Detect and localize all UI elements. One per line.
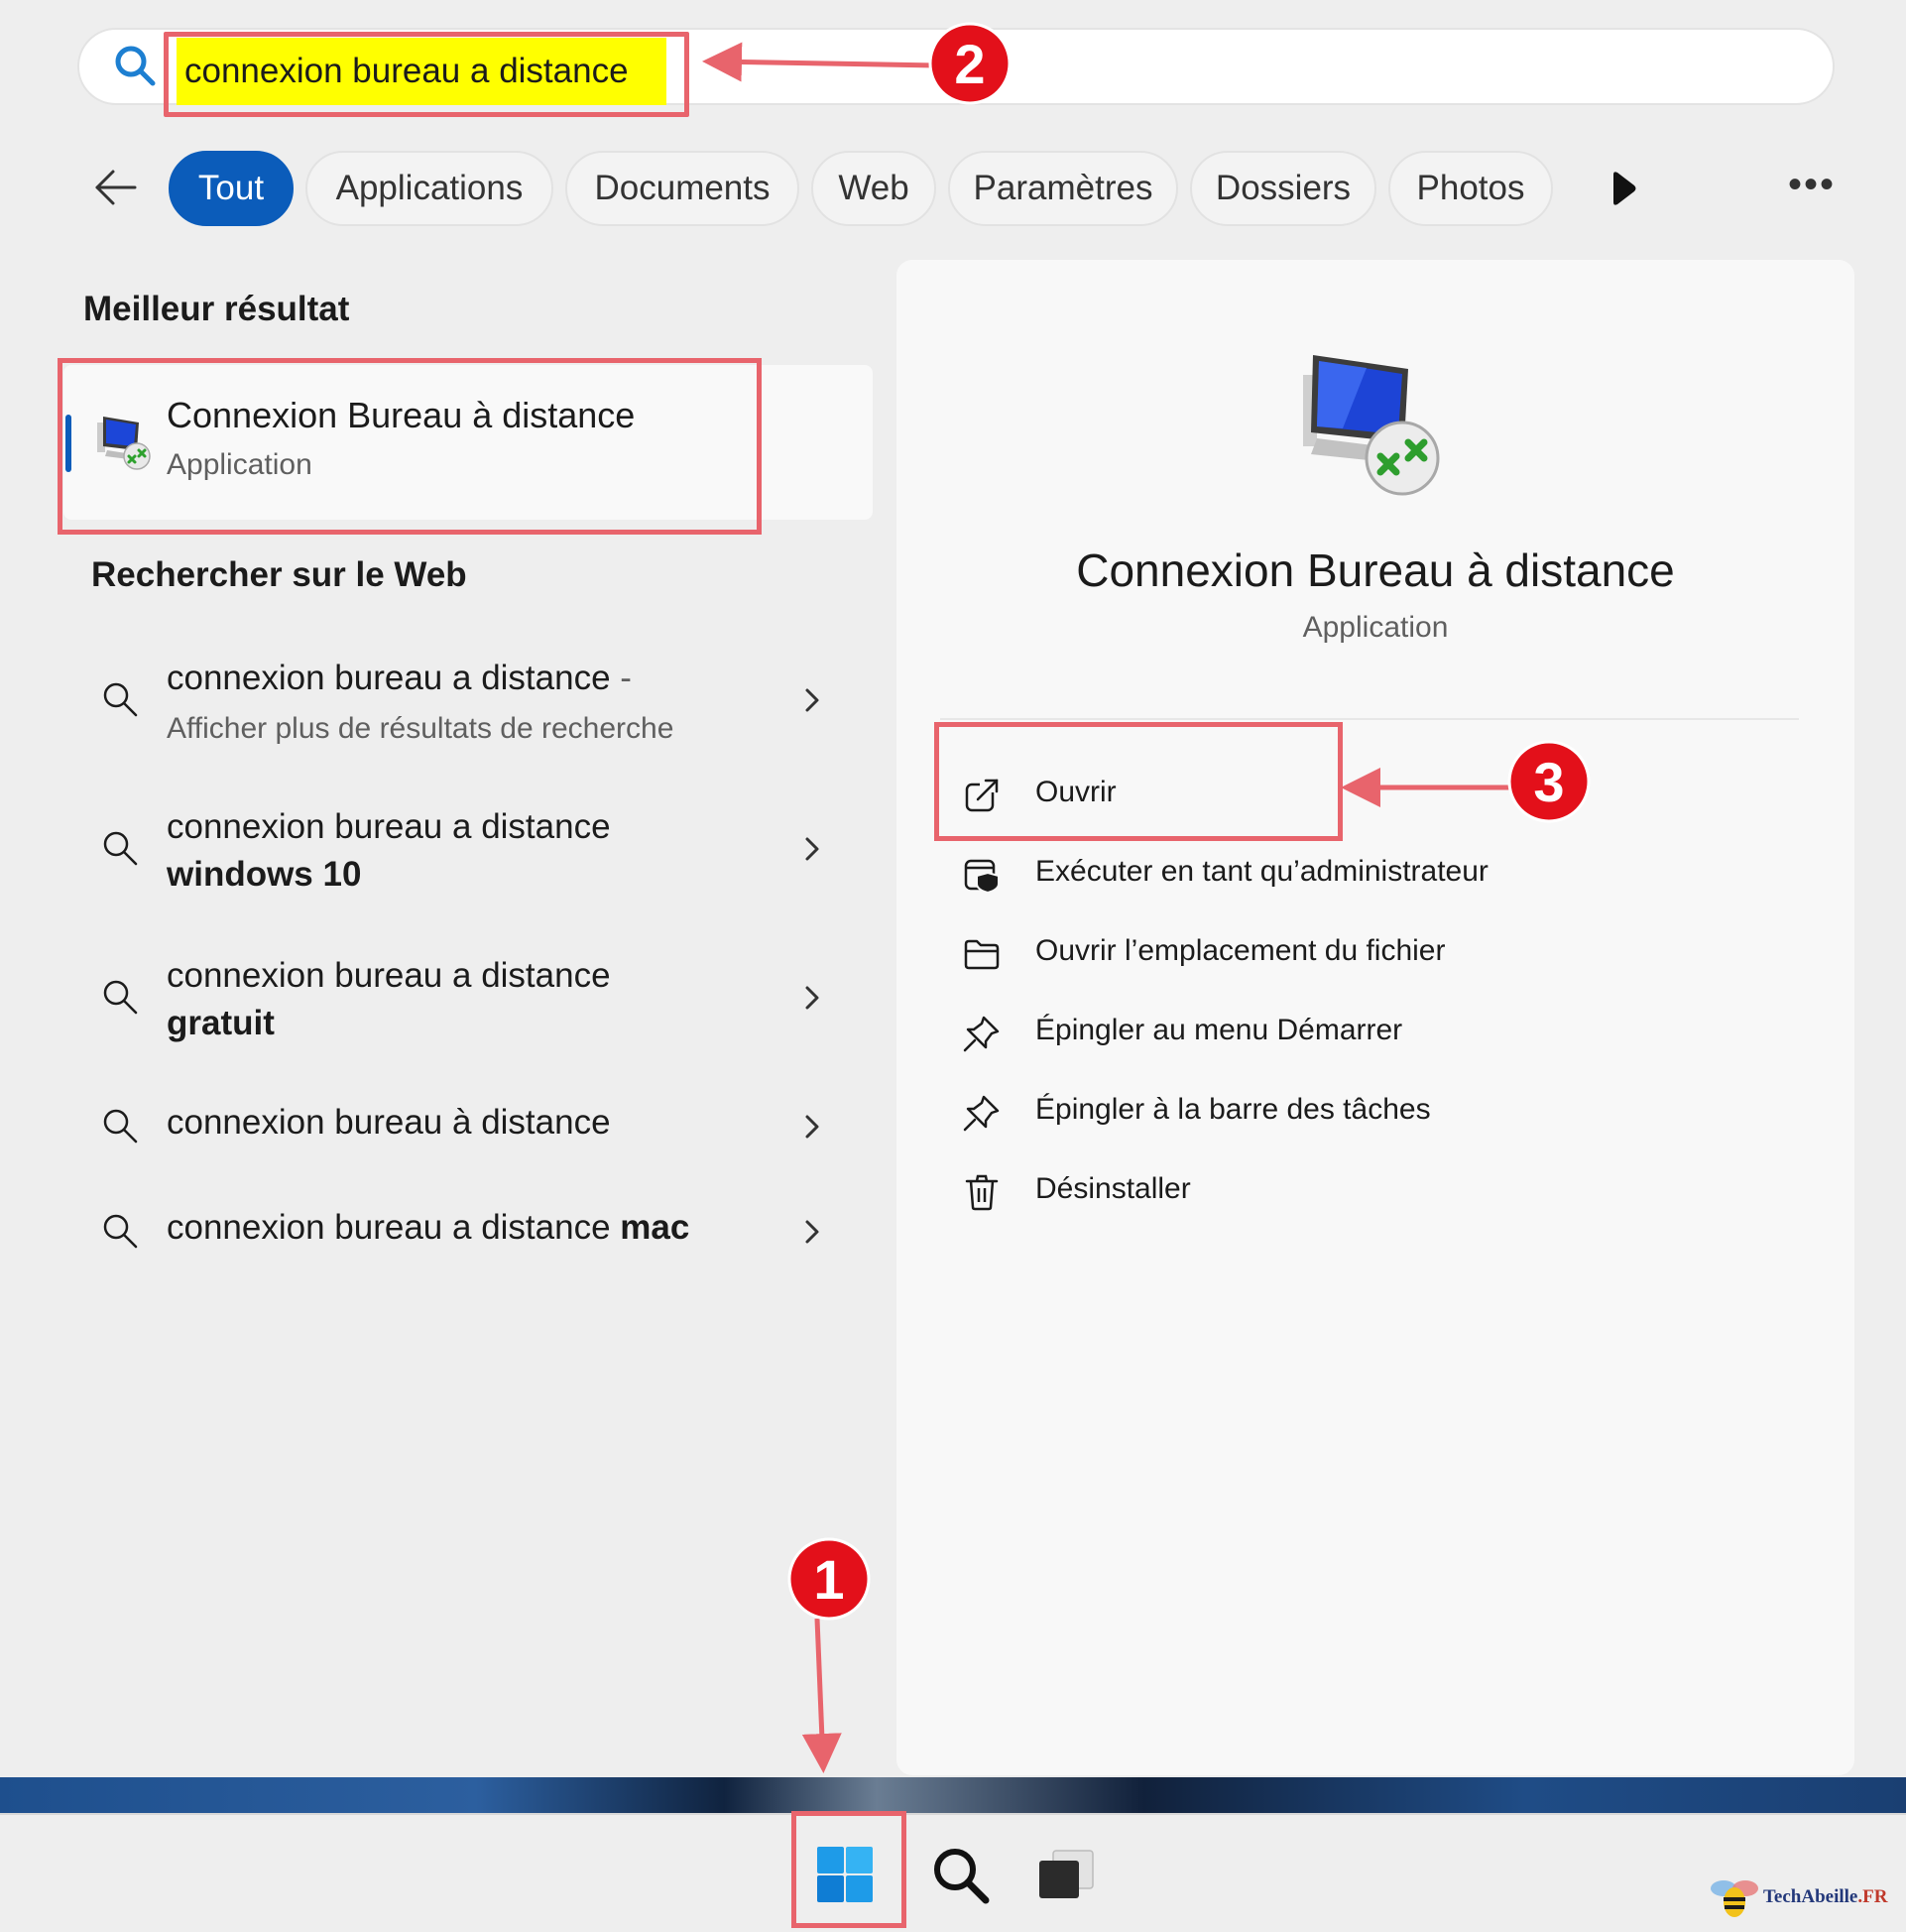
pin-icon	[963, 1016, 1000, 1052]
web-suggestion[interactable]: connexion bureau a distance - Afficher p…	[63, 645, 873, 764]
search-icon	[103, 831, 138, 866]
annotation-arrow	[801, 1618, 842, 1773]
annotation-box-open	[934, 722, 1343, 841]
web-suggestion-text: connexion bureau a distance	[167, 956, 611, 995]
action-label: Épingler au menu Démarrer	[1035, 1014, 1403, 1046]
action-uninstall[interactable]: Désinstaller	[962, 1168, 1259, 1218]
tab-photos[interactable]: Photos	[1388, 151, 1553, 226]
web-suggestion-keyword: windows 10	[167, 855, 362, 894]
more-options-icon[interactable]: •••	[1787, 165, 1837, 206]
web-suggestion-subtext: Afficher plus de résultats de recherche	[167, 712, 674, 745]
tab-documents[interactable]: Documents	[565, 151, 799, 226]
best-match-heading: Meilleur résultat	[83, 290, 350, 328]
watermark-logo: TechAbeille.FR	[1710, 1874, 1896, 1920]
divider	[940, 718, 1799, 720]
detail-type: Application	[1302, 611, 1449, 644]
shield-admin-icon	[964, 859, 1000, 895]
action-label: Épingler à la barre des tâches	[1035, 1093, 1431, 1126]
chevron-right-icon	[805, 688, 819, 712]
tab-applications[interactable]: Applications	[305, 151, 553, 226]
web-suggestion[interactable]: connexion bureau a distance mac	[63, 1194, 873, 1268]
tab-tout[interactable]: Tout	[169, 151, 294, 226]
tab-parametres[interactable]: Paramètres	[948, 151, 1178, 226]
taskbar-search-icon[interactable]	[930, 1845, 992, 1906]
trash-icon	[965, 1174, 999, 1211]
remote-desktop-app-icon	[1303, 355, 1440, 496]
search-icon	[103, 1214, 138, 1249]
action-open-file-location[interactable]: Ouvrir l’emplacement du fichier	[962, 930, 1478, 980]
web-suggestion-text: connexion bureau a distance mac	[167, 1208, 690, 1247]
chevron-right-icon	[805, 837, 819, 861]
action-label: Ouvrir l’emplacement du fichier	[1035, 934, 1446, 967]
web-search-heading: Rechercher sur le Web	[91, 555, 467, 594]
svg-text:1: 1	[813, 1548, 844, 1611]
folder-icon	[964, 939, 1000, 970]
chevron-right-icon	[805, 986, 819, 1010]
task-view-icon[interactable]	[1033, 1843, 1099, 1906]
action-label: Désinstaller	[1035, 1172, 1191, 1205]
pin-icon	[963, 1095, 1000, 1132]
back-arrow-icon[interactable]	[91, 163, 141, 212]
chevron-right-icon	[805, 1115, 819, 1139]
search-icon	[103, 980, 138, 1015]
annotation-box-start	[791, 1811, 906, 1928]
watermark-text: TechAbeille.FR	[1763, 1886, 1888, 1907]
annotation-box-best-match	[58, 358, 762, 535]
search-icon	[103, 1109, 138, 1144]
tab-web[interactable]: Web	[811, 151, 936, 226]
web-suggestion[interactable]: connexion bureau a distance windows 10	[63, 793, 873, 912]
search-icon	[115, 46, 156, 86]
web-suggestion-text: connexion bureau a distance	[167, 807, 611, 846]
bee-icon	[1711, 1880, 1758, 1917]
tab-dossiers[interactable]: Dossiers	[1190, 151, 1376, 226]
more-tabs-play-icon[interactable]	[1605, 169, 1640, 208]
annotation-badge-1: 1	[787, 1537, 871, 1621]
search-icon	[103, 682, 138, 717]
action-pin-start[interactable]: Épingler au menu Démarrer	[962, 1010, 1438, 1059]
chevron-right-icon	[805, 1220, 819, 1244]
action-pin-taskbar[interactable]: Épingler à la barre des tâches	[962, 1089, 1458, 1139]
web-suggestion-text: connexion bureau à distance	[167, 1103, 611, 1142]
detail-title: Connexion Bureau à distance	[1076, 544, 1675, 596]
action-run-as-admin[interactable]: Exécuter en tant qu’administrateur	[962, 851, 1517, 901]
web-suggestion[interactable]: connexion bureau à distance	[63, 1089, 873, 1162]
web-suggestion[interactable]: connexion bureau a distance gratuit	[63, 942, 873, 1061]
desktop-wallpaper	[0, 1777, 1906, 1813]
action-label: Exécuter en tant qu’administrateur	[1035, 855, 1489, 888]
web-suggestion-text: connexion bureau a distance -	[167, 659, 632, 697]
web-suggestion-keyword: gratuit	[167, 1004, 275, 1042]
annotation-box-search	[164, 32, 689, 117]
